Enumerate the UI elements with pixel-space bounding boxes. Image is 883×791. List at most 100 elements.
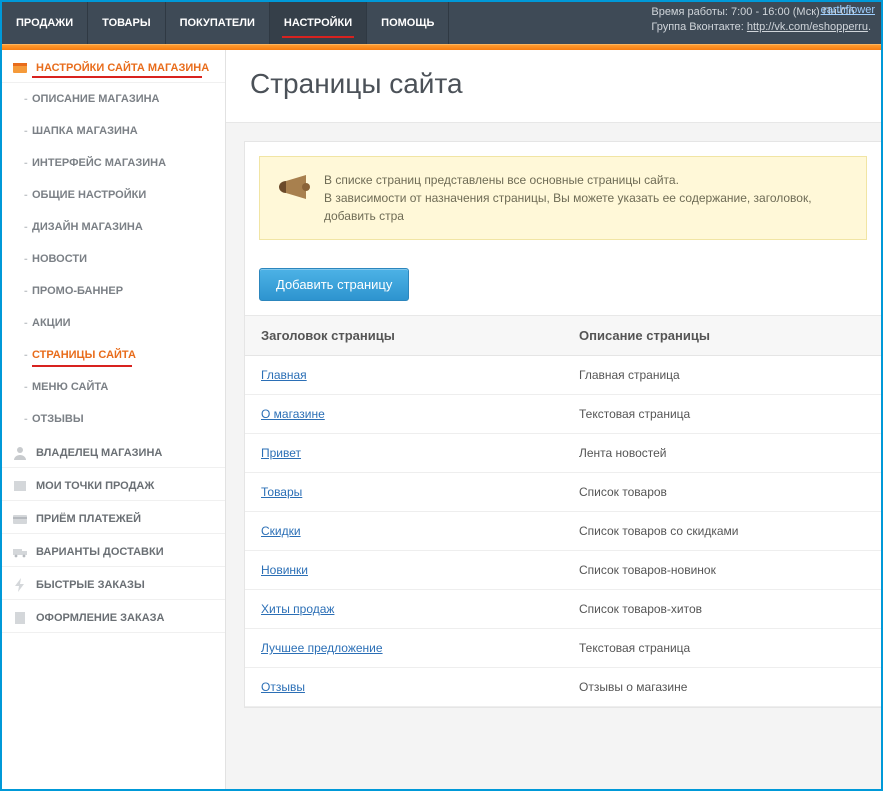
sidebar-item-promo[interactable]: ПРОМО-БАННЕР: [2, 275, 225, 307]
sidebar-item-menu[interactable]: МЕНЮ САЙТА: [2, 371, 225, 403]
bolt-icon: [12, 577, 28, 593]
section-label: МОИ ТОЧКИ ПРОДАЖ: [36, 480, 154, 492]
nav-help[interactable]: ПОМОЩЬ: [367, 2, 449, 44]
page-desc: Список товаров со скидками: [563, 512, 881, 551]
action-bar: Добавить страницу: [245, 254, 881, 316]
section-label: ВАРИАНТЫ ДОСТАВКИ: [36, 546, 164, 558]
info-box: В списке страниц представлены все основн…: [259, 156, 867, 240]
page-link[interactable]: Хиты продаж: [261, 602, 334, 616]
active-underline: [32, 76, 202, 78]
sidebar-item-design[interactable]: ДИЗАЙН МАГАЗИНА: [2, 211, 225, 243]
active-underline: [32, 365, 132, 367]
nav-sales[interactable]: ПРОДАЖИ: [2, 2, 88, 44]
content-panel: В списке страниц представлены все основн…: [244, 141, 881, 708]
page-desc: Лента новостей: [563, 434, 881, 473]
page-link[interactable]: Главная: [261, 368, 307, 382]
nav-customers[interactable]: ПОКУПАТЕЛИ: [166, 2, 270, 44]
vk-label: Группа Вконтакте:: [651, 21, 743, 33]
sidebar-item-actions[interactable]: АКЦИИ: [2, 307, 225, 339]
sidebar-item-news[interactable]: НОВОСТИ: [2, 243, 225, 275]
nav-label: ПОМОЩЬ: [381, 17, 434, 29]
col-header-desc: Описание страницы: [563, 316, 881, 356]
sub-label: ПРОМО-БАННЕР: [32, 285, 123, 297]
nav-label: НАСТРОЙКИ: [284, 17, 352, 29]
page-link[interactable]: Скидки: [261, 524, 301, 538]
pages-table: Заголовок страницы Описание страницы Гла…: [245, 316, 881, 707]
section-label: БЫСТРЫЕ ЗАКАЗЫ: [36, 579, 145, 591]
sidebar-item-header[interactable]: ШАПКА МАГАЗИНА: [2, 115, 225, 147]
section-label: ОФОРМЛЕНИЕ ЗАКАЗА: [36, 612, 164, 624]
sub-label: МЕНЮ САЙТА: [32, 381, 108, 393]
page-desc: Список товаров: [563, 473, 881, 512]
sidebar-section-quick-orders[interactable]: БЫСТРЫЕ ЗАКАЗЫ: [2, 567, 225, 600]
truck-icon: [12, 544, 28, 560]
sidebar-item-interface[interactable]: ИНТЕРФЕЙС МАГАЗИНА: [2, 147, 225, 179]
sub-label: СТРАНИЦЫ САЙТА: [32, 349, 136, 361]
vk-link[interactable]: http://vk.com/eshopperru: [747, 21, 868, 33]
sub-label: ШАПКА МАГАЗИНА: [32, 125, 138, 137]
page-desc: Главная страница: [563, 356, 881, 395]
section-label: ПРИЁМ ПЛАТЕЖЕЙ: [36, 513, 141, 525]
nav-products[interactable]: ТОВАРЫ: [88, 2, 165, 44]
card-icon: [12, 511, 28, 527]
page-link[interactable]: Привет: [261, 446, 301, 460]
top-bar: ПРОДАЖИ ТОВАРЫ ПОКУПАТЕЛИ НАСТРОЙКИ ПОМО…: [2, 2, 881, 44]
page-desc: Текстовая страница: [563, 395, 881, 434]
sidebar-section-delivery[interactable]: ВАРИАНТЫ ДОСТАВКИ: [2, 534, 225, 567]
nav-label: ПОКУПАТЕЛИ: [180, 17, 255, 29]
main-content: Страницы сайта В списке страниц представ…: [226, 50, 881, 789]
page-link[interactable]: О магазине: [261, 407, 325, 421]
page-link[interactable]: Товары: [261, 485, 302, 499]
info-line2: В зависимости от назначения страницы, Вы…: [324, 189, 852, 225]
page-desc: Текстовая страница: [563, 629, 881, 668]
sub-label: АКЦИИ: [32, 317, 71, 329]
table-row: Хиты продаж Список товаров-хитов: [245, 590, 881, 629]
page-title: Страницы сайта: [226, 50, 881, 123]
page-desc: Список товаров-новинок: [563, 551, 881, 590]
table-row: Скидки Список товаров со скидками: [245, 512, 881, 551]
col-header-title: Заголовок страницы: [245, 316, 563, 356]
active-underline: [282, 36, 354, 38]
user-link[interactable]: earthflower: [821, 4, 875, 16]
sub-label: ИНТЕРФЕЙС МАГАЗИНА: [32, 157, 166, 169]
table-row: О магазине Текстовая страница: [245, 395, 881, 434]
map-icon: [12, 478, 28, 494]
sub-label: ОБЩИЕ НАСТРОЙКИ: [32, 189, 146, 201]
sub-label: ОПИСАНИЕ МАГАЗИНА: [32, 93, 160, 105]
add-page-button[interactable]: Добавить страницу: [259, 268, 409, 301]
sidebar-section-payments[interactable]: ПРИЁМ ПЛАТЕЖЕЙ: [2, 501, 225, 534]
nav-label: ТОВАРЫ: [102, 17, 150, 29]
settings-icon: [12, 60, 28, 76]
table-row: ОтзывыОтзывы о магазине: [245, 668, 881, 707]
sidebar-section-site-settings[interactable]: НАСТРОЙКИ САЙТА МАГАЗИНА: [2, 50, 225, 83]
table-row: Товары Список товаров: [245, 473, 881, 512]
sidebar-section-pos[interactable]: МОИ ТОЧКИ ПРОДАЖ: [2, 468, 225, 501]
section-label: НАСТРОЙКИ САЙТА МАГАЗИНА: [36, 62, 209, 74]
sidebar-section-checkout[interactable]: ОФОРМЛЕНИЕ ЗАКАЗА: [2, 600, 225, 633]
sidebar: НАСТРОЙКИ САЙТА МАГАЗИНА ОПИСАНИЕ МАГАЗИ…: [2, 50, 226, 789]
page-link[interactable]: Отзывы: [261, 680, 305, 694]
user-icon: [12, 445, 28, 461]
table-row: Привет Лента новостей: [245, 434, 881, 473]
sidebar-item-general[interactable]: ОБЩИЕ НАСТРОЙКИ: [2, 179, 225, 211]
doc-icon: [12, 610, 28, 626]
megaphone-icon: [276, 171, 310, 201]
table-row: Новинки Список товаров-новинок: [245, 551, 881, 590]
sub-label: ОТЗЫВЫ: [32, 413, 84, 425]
page-desc: Список товаров-хитов: [563, 590, 881, 629]
info-line1: В списке страниц представлены все основн…: [324, 171, 852, 189]
sidebar-item-reviews[interactable]: ОТЗЫВЫ: [2, 403, 225, 435]
sub-label: ДИЗАЙН МАГАЗИНА: [32, 221, 143, 233]
top-nav: ПРОДАЖИ ТОВАРЫ ПОКУПАТЕЛИ НАСТРОЙКИ ПОМО…: [2, 2, 449, 44]
sidebar-item-pages[interactable]: СТРАНИЦЫ САЙТА: [2, 339, 225, 371]
sub-label: НОВОСТИ: [32, 253, 87, 265]
page-link[interactable]: Новинки: [261, 563, 308, 577]
table-row: Главная Главная страница: [245, 356, 881, 395]
nav-settings[interactable]: НАСТРОЙКИ: [270, 2, 367, 44]
sidebar-section-owner[interactable]: ВЛАДЕЛЕЦ МАГАЗИНА: [2, 435, 225, 468]
table-row: Лучшее предложение Текстовая страница: [245, 629, 881, 668]
page-link[interactable]: Лучшее предложение: [261, 641, 383, 655]
sidebar-item-description[interactable]: ОПИСАНИЕ МАГАЗИНА: [2, 83, 225, 115]
section-label: ВЛАДЕЛЕЦ МАГАЗИНА: [36, 447, 162, 459]
nav-label: ПРОДАЖИ: [16, 17, 73, 29]
